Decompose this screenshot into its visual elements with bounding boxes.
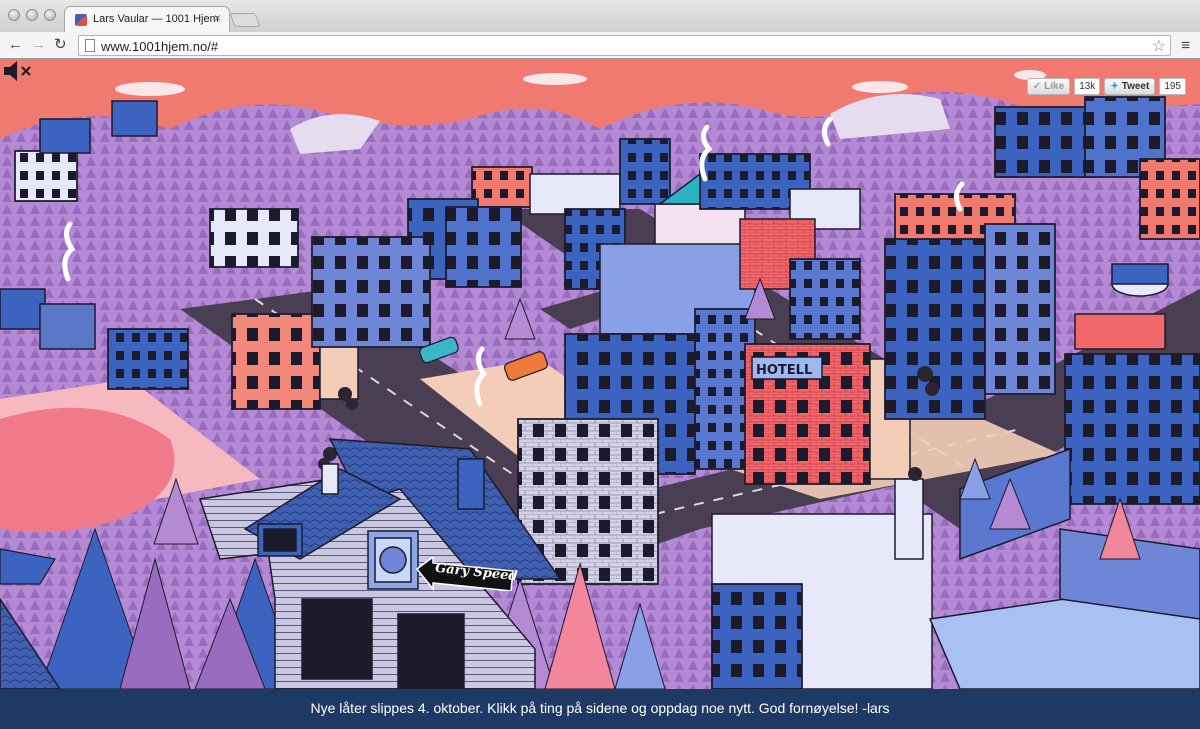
tab-title: Lars Vaular — 1001 Hjem xyxy=(93,13,219,25)
tab-close-icon[interactable]: × xyxy=(214,11,221,25)
browser-titlebar: Lars Vaular — 1001 Hjem × xyxy=(0,0,1200,32)
like-label: Like xyxy=(1044,80,1065,92)
twitter-bird-icon: ✦ xyxy=(1110,80,1119,92)
close-window-button[interactable] xyxy=(8,9,20,21)
tweet-label: Tweet xyxy=(1121,80,1150,92)
minimize-window-button[interactable] xyxy=(26,9,38,21)
tweet-button[interactable]: ✦ Tweet xyxy=(1104,77,1156,95)
page-icon xyxy=(85,39,95,52)
new-tab-button[interactable] xyxy=(229,13,261,27)
reload-icon[interactable]: ↻ xyxy=(54,36,67,54)
hover-tooltip: Gary Speed xyxy=(415,557,518,591)
browser-menu-icon[interactable]: ≡ xyxy=(1181,37,1190,54)
bookmark-star-icon[interactable]: ☆ xyxy=(1152,36,1166,56)
forward-arrow-icon[interactable]: → xyxy=(31,36,46,54)
like-count: 13k xyxy=(1074,77,1101,95)
city-scene: HOTELL xyxy=(0,59,1200,689)
mute-button[interactable] xyxy=(0,59,36,83)
url-text[interactable]: www.1001hjem.no/# xyxy=(101,39,218,54)
announcement-bar: Nye låter slippes 4. oktober. Klikk på t… xyxy=(0,689,1200,729)
back-arrow-icon[interactable]: ← xyxy=(8,36,23,54)
browser-toolbar: ← → ↻ www.1001hjem.no/# ☆ ≡ xyxy=(0,32,1200,59)
site-favicon-icon xyxy=(75,14,87,26)
hotel-sign: HOTELL xyxy=(756,363,812,378)
facebook-like-button[interactable]: ✓ Like xyxy=(1026,77,1071,95)
thumbs-up-icon: ✓ xyxy=(1032,80,1042,92)
social-buttons: ✓ Like 13k ✦ Tweet 195 xyxy=(1026,77,1186,95)
city-illustration[interactable]: HOTELL ✓ Like 13k ✦ Tweet 195 Gary Speed xyxy=(0,59,1200,689)
address-bar[interactable]: www.1001hjem.no/# ☆ xyxy=(78,35,1171,56)
speaker-muted-icon xyxy=(4,61,31,81)
zoom-window-button[interactable] xyxy=(44,9,56,21)
browser-tab[interactable]: Lars Vaular — 1001 Hjem × xyxy=(64,6,230,32)
tweet-count: 195 xyxy=(1159,77,1186,95)
